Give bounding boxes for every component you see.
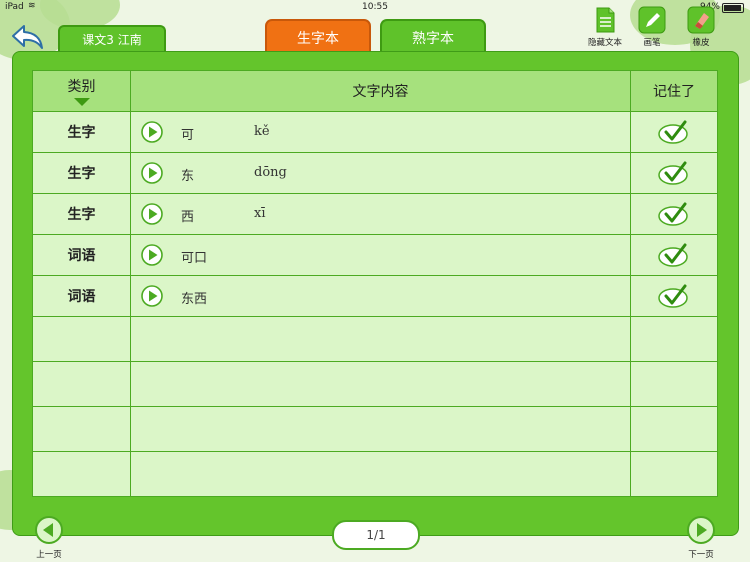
category-cell: 生字 — [32, 152, 131, 194]
pencil-icon — [638, 6, 666, 34]
word-text: 东西 — [181, 292, 208, 307]
table-row: 词语 东西 — [32, 275, 718, 317]
column-header-category[interactable]: 类别 — [32, 70, 131, 112]
table-row: 生字 可 kě — [32, 111, 718, 153]
prev-page-label: 上一页 — [36, 550, 62, 560]
remembered-cell[interactable] — [630, 152, 718, 194]
category-cell: 生字 — [32, 193, 131, 235]
check-icon[interactable] — [658, 243, 690, 267]
eraser-label: 橡皮 — [692, 38, 710, 48]
content-cell — [130, 406, 631, 452]
category-cell — [32, 406, 131, 452]
eraser-button[interactable]: 橡皮 — [678, 6, 724, 48]
table-row — [32, 361, 718, 407]
check-icon[interactable] — [658, 120, 690, 144]
remembered-cell[interactable] — [630, 275, 718, 317]
content-cell — [130, 316, 631, 362]
category-header-label: 类别 — [67, 79, 96, 95]
battery-icon — [722, 3, 744, 13]
word-table: 类别 文字内容 记住了 生字可 kě 生字东 dōng 生字西 xī 词语 可口 词语 东西 — [32, 70, 718, 497]
remembered-cell[interactable] — [630, 451, 718, 497]
category-cell: 生字 — [32, 111, 131, 153]
word-text: 可口 — [181, 251, 208, 266]
word-text: 西 — [181, 210, 195, 225]
check-icon[interactable] — [658, 161, 690, 185]
table-row — [32, 451, 718, 497]
check-icon[interactable] — [658, 284, 690, 308]
category-cell — [32, 316, 131, 362]
content-cell: 可口 — [130, 234, 631, 276]
remembered-cell[interactable] — [630, 234, 718, 276]
category-cell: 词语 — [32, 275, 131, 317]
next-page-label: 下一页 — [688, 550, 714, 560]
next-page-button[interactable]: 下一页 — [681, 515, 721, 560]
arrow-right-icon — [687, 516, 715, 544]
hide-text-label: 隐藏文本 — [587, 38, 622, 48]
content-cell: 西 xī — [130, 193, 631, 235]
pinyin-text: kě — [254, 124, 270, 139]
remembered-cell[interactable] — [630, 111, 718, 153]
content-cell: 东 dōng — [130, 152, 631, 194]
remembered-cell[interactable] — [630, 361, 718, 407]
page-indicator: 1/1 — [332, 520, 420, 550]
word-text: 东 — [181, 169, 195, 184]
remembered-cell[interactable] — [630, 316, 718, 362]
table-row: 词语 可口 — [32, 234, 718, 276]
content-cell: 东西 — [130, 275, 631, 317]
remembered-cell[interactable] — [630, 193, 718, 235]
table-row — [32, 316, 718, 362]
back-arrow-icon[interactable] — [10, 22, 46, 52]
play-audio-icon[interactable] — [141, 162, 163, 184]
content-cell — [130, 361, 631, 407]
lesson-tab[interactable]: 课文3 江南 — [58, 25, 166, 53]
category-cell — [32, 451, 131, 497]
pencil-button[interactable]: 画笔 — [629, 6, 675, 48]
hide-text-button[interactable]: 隐藏文本 — [582, 6, 628, 48]
word-text: 可 — [181, 128, 195, 143]
pencil-label: 画笔 — [643, 38, 661, 48]
pinyin-text: dōng — [254, 165, 287, 180]
remembered-cell[interactable] — [630, 406, 718, 452]
document-icon — [596, 7, 615, 33]
word-panel: 类别 文字内容 记住了 生字可 kě 生字东 dōng 生字西 xī 词语 可口 词语 东西 — [12, 51, 739, 536]
table-header-row: 类别 文字内容 记住了 — [32, 70, 718, 112]
prev-page-button[interactable]: 上一页 — [29, 515, 69, 560]
content-cell — [130, 451, 631, 497]
table-row: 生字 东 dōng — [32, 152, 718, 194]
table-row: 生字 西 xī — [32, 193, 718, 235]
table-row — [32, 406, 718, 452]
tab-new-words[interactable]: 生字本 — [265, 19, 371, 55]
pinyin-text: xī — [254, 206, 266, 221]
play-audio-icon[interactable] — [141, 244, 163, 266]
category-cell: 词语 — [32, 234, 131, 276]
column-header-remembered: 记住了 — [630, 70, 718, 112]
arrow-left-icon — [35, 516, 63, 544]
play-audio-icon[interactable] — [141, 285, 163, 307]
eraser-icon — [687, 6, 715, 34]
sort-down-icon — [73, 98, 90, 106]
category-cell — [32, 361, 131, 407]
play-audio-icon[interactable] — [141, 121, 163, 143]
tab-known-words[interactable]: 熟字本 — [380, 19, 486, 55]
check-icon[interactable] — [658, 202, 690, 226]
column-header-content: 文字内容 — [130, 70, 631, 112]
content-cell: 可 kě — [130, 111, 631, 153]
play-audio-icon[interactable] — [141, 203, 163, 225]
